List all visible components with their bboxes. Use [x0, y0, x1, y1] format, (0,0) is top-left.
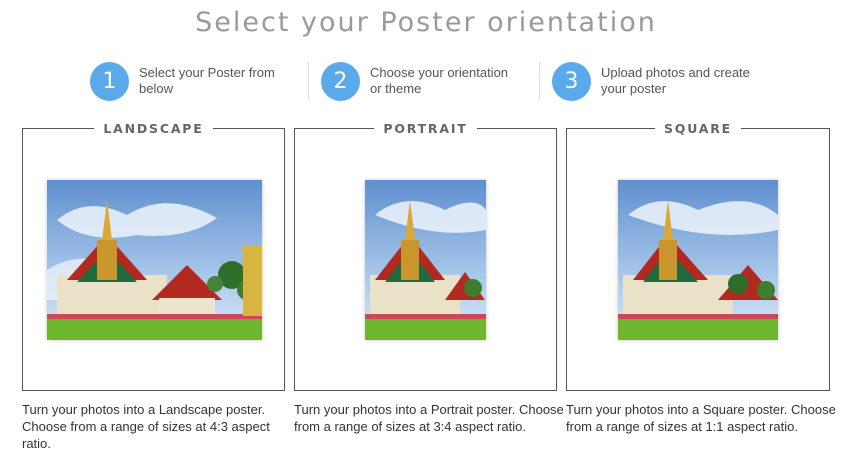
option-title: LANDSCAPE	[94, 120, 213, 137]
step-text: Upload photos and create your poster	[601, 65, 750, 96]
square-poster-image[interactable]	[618, 180, 778, 340]
step-number-badge: 3	[552, 61, 591, 101]
step-text: Choose your orientation or theme	[370, 65, 509, 96]
step-number-badge: 2	[321, 61, 360, 101]
step-1: 1 Select your Poster from below	[90, 58, 289, 104]
steps-bar: 1 Select your Poster from below 2 Choose…	[0, 58, 852, 106]
option-description: Turn your photos into a Square poster. C…	[566, 402, 836, 434]
option-card-landscape[interactable]: LANDSCAPE	[22, 120, 285, 391]
step-2: 2 Choose your orientation or theme	[321, 58, 520, 104]
landscape-poster-image[interactable]	[47, 180, 262, 340]
temple-photo-image	[618, 180, 778, 340]
option-card-portrait[interactable]: PORTRAIT	[294, 120, 557, 391]
step-text: Select your Poster from below	[139, 65, 275, 96]
page: Select your Poster orientation 1 Select …	[0, 0, 852, 460]
step-3: 3 Upload photos and create your poster	[552, 58, 751, 104]
option-description: Turn your photos into a Landscape poster…	[22, 402, 270, 451]
page-title: Select your Poster orientation	[195, 7, 657, 38]
option-description: Turn your photos into a Portrait poster.…	[294, 402, 564, 434]
step-divider	[308, 62, 309, 100]
option-title: SQUARE	[654, 120, 742, 137]
portrait-poster-image[interactable]	[365, 180, 486, 340]
step-number-badge: 1	[90, 61, 129, 101]
temple-photo-image	[365, 180, 486, 340]
option-title: PORTRAIT	[374, 120, 477, 137]
step-divider	[539, 62, 540, 100]
option-card-square[interactable]: SQUARE	[566, 120, 830, 391]
temple-photo-image	[47, 180, 262, 340]
